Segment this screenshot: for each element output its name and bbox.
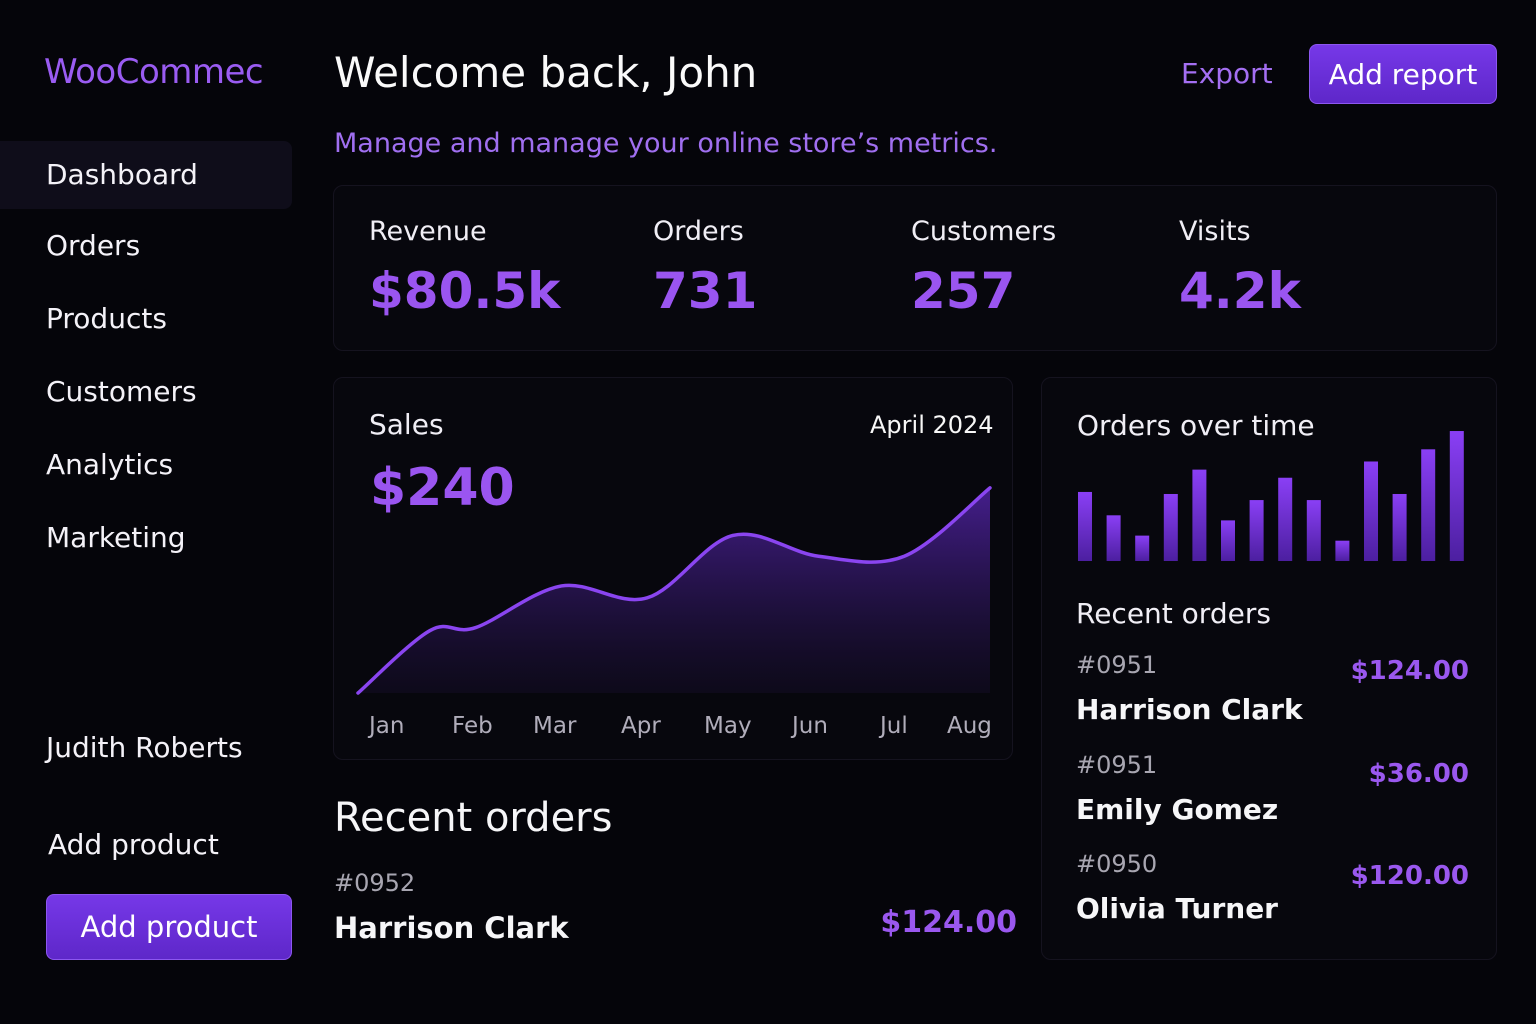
orders-bar [1421,449,1436,561]
orders-bar [1163,493,1178,561]
recent-orders-side-title: Recent orders [1076,597,1271,630]
orders-bar [1135,535,1150,561]
stat-value-revenue: $80.5k [369,262,561,320]
sales-value: $240 [370,458,515,518]
stat-label-orders: Orders [653,216,744,247]
orders-bar [1392,493,1407,561]
x-axis-tick-label: Aug [947,713,992,739]
x-axis-tick-label: Mar [533,713,577,739]
x-axis-tick-label: Jan [369,713,405,739]
add-product-link[interactable]: Add product [48,828,219,861]
orders-bar [1106,515,1121,561]
stat-label-visits: Visits [1179,216,1251,247]
x-axis-tick-label: Feb [452,713,493,739]
side-order-name[interactable]: Harrison Clark [1076,693,1303,726]
side-order-name[interactable]: Olivia Turner [1076,892,1278,925]
stat-value-customers: 257 [911,262,1016,320]
sidebar-item-orders[interactable]: Orders [46,229,140,262]
side-order-id: #0950 [1076,850,1158,878]
orders-bar [1335,540,1350,561]
sidebar-item-analytics[interactable]: Analytics [46,448,173,481]
main-order-amount: $124.00 [880,905,1017,940]
main-order-id: #0952 [334,869,416,897]
orders-bar [1192,469,1207,561]
app-logo[interactable]: WooCommec [44,52,264,92]
x-axis-tick-label: Jun [792,713,828,739]
orders-bar [1306,500,1321,561]
x-axis-tick-label: Jul [880,713,908,739]
stat-value-visits: 4.2k [1179,262,1301,320]
user-name[interactable]: Judith Roberts [46,731,243,764]
sidebar-item-products[interactable]: Products [46,302,167,335]
add-report-button[interactable]: Add report [1309,44,1497,104]
x-axis-tick-label: May [704,713,752,739]
side-order-id: #0951 [1076,751,1158,779]
orders-over-time-chart [1078,431,1464,561]
side-order-amount: $36.00 [1368,759,1469,789]
sales-area [358,487,990,693]
orders-bar [1449,431,1464,561]
orders-bar [1221,520,1235,561]
sales-title: Sales [369,408,444,441]
sidebar-item-customers[interactable]: Customers [46,375,197,408]
stat-label-revenue: Revenue [369,216,487,247]
orders-bar [1364,461,1378,561]
orders-bar [1278,477,1293,561]
sidebar-item-dashboard[interactable]: Dashboard [46,158,198,191]
orders-bar [1249,500,1264,561]
orders-bar [1078,491,1092,561]
main-order-name[interactable]: Harrison Clark [334,911,569,945]
sidebar-item-marketing[interactable]: Marketing [46,521,186,554]
sales-period[interactable]: April 2024 [870,411,994,439]
export-button[interactable]: Export [1181,57,1273,90]
side-order-name[interactable]: Emily Gomez [1076,793,1278,826]
x-axis-tick-label: Apr [621,713,661,739]
side-order-amount: $124.00 [1350,656,1469,686]
side-order-amount: $120.00 [1350,861,1469,891]
page-title: Welcome back, John [334,48,758,97]
stat-value-orders: 731 [653,262,758,320]
recent-orders-title: Recent orders [334,795,613,841]
stat-label-customers: Customers [911,216,1057,247]
side-order-id: #0951 [1076,651,1158,679]
page-subtitle: Manage and manage your online store’s me… [334,128,998,159]
add-product-button[interactable]: Add product [46,894,292,960]
